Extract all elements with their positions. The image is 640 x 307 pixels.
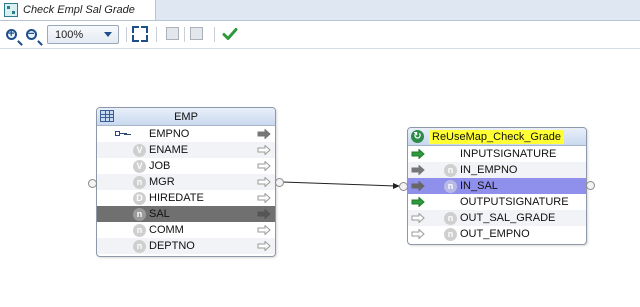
varchar-icon: V (133, 160, 146, 173)
group-name: INPUTSIGNATURE (460, 148, 557, 160)
attribute-row-out-sal-grade[interactable]: n OUT_SAL_GRADE (408, 210, 586, 226)
number-icon: n (133, 240, 146, 253)
emp-right-connector-port[interactable] (275, 178, 284, 187)
tab-check-empl-sal-grade[interactable]: Check Empl Sal Grade (0, 0, 156, 20)
reusable-mapping-header[interactable]: ↻ ReUseMap_Check_Grade (408, 128, 586, 146)
input-port-arrow-icon[interactable] (411, 213, 425, 223)
varchar-icon: V (133, 144, 146, 157)
attribute-row-comm[interactable]: n COMM (97, 222, 275, 238)
toolbar-separator (184, 27, 185, 42)
output-port-arrow-icon[interactable] (257, 209, 271, 219)
attribute-row-job[interactable]: V JOB (97, 158, 275, 174)
number-icon: n (444, 228, 457, 241)
editor-tab-bar: Check Empl Sal Grade (0, 0, 640, 21)
input-port-arrow-icon[interactable] (411, 165, 425, 175)
group-name: OUTPUTSIGNATURE (460, 196, 569, 208)
attribute-row-sal[interactable]: n SAL (97, 206, 275, 222)
validate-check-icon[interactable] (222, 26, 238, 42)
attribute-row-hiredate[interactable]: D HIREDATE (97, 190, 275, 206)
number-icon: n (444, 180, 457, 193)
number-icon: n (444, 212, 457, 225)
output-port-arrow-icon[interactable] (257, 193, 271, 203)
attribute-row-empno[interactable]: EMPNO (97, 126, 275, 142)
date-icon: D (133, 192, 146, 205)
attribute-name: OUT_SAL_GRADE (460, 212, 556, 224)
attribute-name: MGR (149, 176, 175, 188)
attribute-row-ename[interactable]: V ENAME (97, 142, 275, 158)
reusable-mapping-icon: ↻ (411, 130, 424, 143)
output-port-arrow-icon[interactable] (257, 161, 271, 171)
reuse-left-connector-port[interactable] (399, 182, 408, 191)
attribute-name: JOB (149, 160, 171, 172)
attribute-name: EMPNO (149, 128, 190, 140)
table-icon (100, 110, 114, 122)
group-row-outputsignature[interactable]: OUTPUTSIGNATURE (408, 194, 586, 210)
toolbar-separator (126, 27, 127, 42)
auto-layout-icon[interactable] (190, 27, 203, 40)
number-icon: n (133, 224, 146, 237)
attribute-row-deptno[interactable]: n DEPTNO (97, 238, 275, 254)
emp-left-connector-port[interactable] (88, 179, 97, 188)
zoom-level-select[interactable]: 100% (47, 25, 119, 44)
group-row-inputsignature[interactable]: INPUTSIGNATURE (408, 146, 586, 162)
input-port-arrow-icon[interactable] (411, 229, 425, 239)
attribute-name: ENAME (149, 144, 189, 156)
diagram-toolbar: + − 100% (0, 21, 640, 49)
output-group-icon (411, 197, 425, 207)
zoom-level-value: 100% (55, 28, 84, 41)
attribute-name: COMM (149, 224, 184, 236)
emp-table-operator[interactable]: EMP EMPNO V ENAME V JOB n MGR D HIREDATE (96, 107, 276, 257)
emp-node-header[interactable]: EMP (97, 108, 275, 126)
output-port-arrow-icon[interactable] (257, 225, 271, 235)
attribute-row-in-empno[interactable]: n IN_EMPNO (408, 162, 586, 178)
emp-node-title: EMP (174, 110, 198, 123)
toolbar-separator (214, 27, 215, 42)
reusable-mapping-operator[interactable]: ↻ ReUseMap_Check_Grade INPUTSIGNATURE n … (407, 127, 587, 245)
output-port-arrow-icon[interactable] (257, 145, 271, 155)
output-port-arrow-icon[interactable] (257, 177, 271, 187)
attribute-name: IN_SAL (460, 180, 498, 192)
attribute-name: SAL (149, 208, 170, 220)
attribute-row-mgr[interactable]: n MGR (97, 174, 275, 190)
toolbar-separator (156, 27, 157, 42)
output-port-arrow-icon[interactable] (257, 241, 271, 251)
chevron-down-icon (104, 32, 112, 37)
mapping-icon (4, 3, 18, 17)
input-group-icon (411, 149, 425, 159)
reusable-mapping-title: ReUseMap_Check_Grade (429, 129, 565, 144)
attribute-name: HIREDATE (149, 192, 204, 204)
attribute-name: DEPTNO (149, 240, 195, 252)
tab-title: Check Empl Sal Grade (23, 4, 135, 16)
zoom-in-button[interactable]: + (4, 24, 22, 44)
fit-to-window-icon[interactable] (132, 26, 148, 42)
attribute-row-in-sal[interactable]: n IN_SAL (408, 178, 586, 194)
number-icon: n (133, 208, 146, 221)
zoom-out-button[interactable]: − (24, 24, 42, 44)
reuse-right-connector-port[interactable] (586, 181, 595, 190)
attribute-row-out-empno[interactable]: n OUT_EMPNO (408, 226, 586, 242)
output-port-arrow-icon[interactable] (257, 129, 271, 139)
attribute-name: OUT_EMPNO (460, 228, 530, 240)
attribute-name: IN_EMPNO (460, 164, 518, 176)
layout-icon[interactable] (166, 27, 179, 40)
mapping-canvas[interactable]: EMP EMPNO V ENAME V JOB n MGR D HIREDATE (0, 49, 640, 307)
key-icon (115, 131, 127, 137)
number-icon: n (444, 164, 457, 177)
number-icon: n (133, 176, 146, 189)
input-port-arrow-icon[interactable] (411, 181, 425, 191)
